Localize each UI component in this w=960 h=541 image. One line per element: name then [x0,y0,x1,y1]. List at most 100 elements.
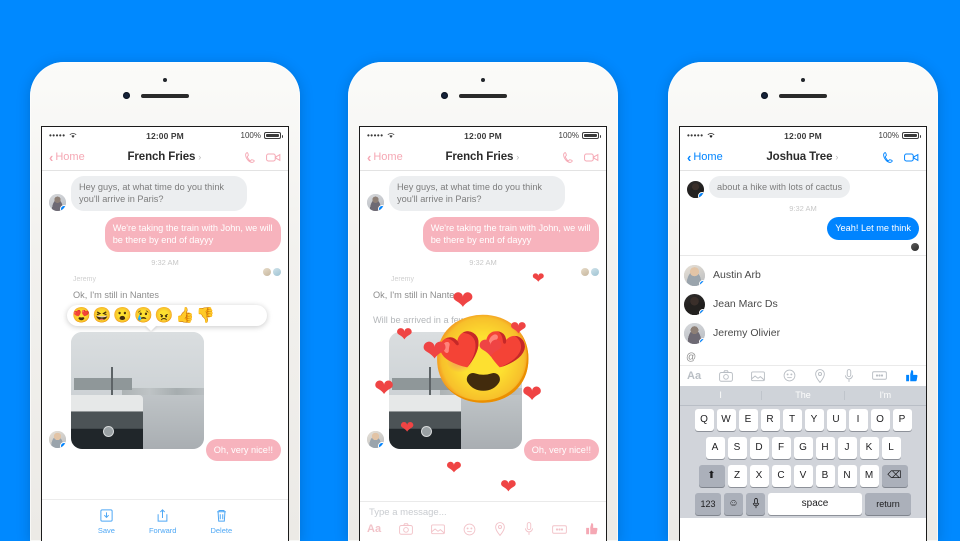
key-v[interactable]: V [793,464,813,487]
back-label: Home [55,151,85,163]
phone-1-thread[interactable]: Hey guys, at what time do you think you'… [42,171,288,499]
reaction-thumbs-down-icon[interactable]: 👎 [196,308,215,323]
phone-2-thread[interactable]: Hey guys, at what time do you think you'… [360,171,606,501]
phone-icon[interactable] [882,151,895,164]
numbers-key[interactable]: 123 [695,492,721,515]
key-i[interactable]: I [848,408,868,431]
key-r[interactable]: R [760,408,780,431]
reaction-angry-icon[interactable]: 😠 [155,308,174,323]
shift-key[interactable]: ⬆ [698,464,725,487]
reaction-sad-icon[interactable]: 😢 [134,308,153,323]
prediction-word[interactable]: I [680,390,763,400]
key-d[interactable]: D [749,436,769,459]
reaction-thumbs-up-icon[interactable]: 👍 [175,308,194,323]
video-icon[interactable] [904,151,919,164]
message-bubble[interactable]: Hey guys, at what time do you think you'… [71,176,248,211]
message-bubble[interactable]: Oh, very nice!! [205,438,281,462]
message-bubble[interactable]: Oh, very nice!! [523,438,599,462]
emoji-icon[interactable] [463,523,476,536]
message-bubble[interactable]: Yeah! Let me think [827,217,919,240]
key-z[interactable]: Z [727,464,747,487]
emoji-icon[interactable] [783,369,796,382]
message-bubble[interactable]: Hey guys, at what time do you think you'… [389,176,566,211]
message-bubble[interactable]: about a hike with lots of cactus [709,176,851,199]
key-t[interactable]: T [782,408,802,431]
key-l[interactable]: L [881,436,901,459]
key-h[interactable]: H [815,436,835,459]
phone-icon[interactable] [562,151,575,164]
reaction-picker[interactable]: Ok, I'm still in Nantes 😍 😆 😮 😢 😠 👍 👎 [67,285,267,331]
mention-suggestion-list[interactable]: Austin Arb Jean Marc Ds Jeremy Olivier [680,254,926,348]
phone-icon[interactable] [244,151,257,164]
conversation-title[interactable]: French Fries › [85,151,244,163]
message-input[interactable]: Type a message... [367,506,599,522]
message-bubble[interactable]: We're taking the train with John, we wil… [422,216,599,252]
space-key[interactable]: space [768,492,862,515]
mic-icon[interactable] [524,522,534,536]
on-screen-keyboard[interactable]: I The I'm Q W E R T Y U I O P A S D F G … [680,385,926,518]
text-format-icon[interactable]: Aa [687,370,701,382]
key-c[interactable]: C [771,464,791,487]
thumbs-up-icon[interactable] [905,369,919,383]
message-bubble[interactable]: We're taking the train with John, we wil… [104,216,281,252]
reaction-love-icon[interactable]: 😍 [72,308,91,323]
phone-3-thread[interactable]: about a hike with lots of cactus 9:32 AM… [680,171,926,255]
key-a[interactable]: A [705,436,725,459]
emoji-key-icon[interactable]: ☺ [724,492,743,515]
reaction-wow-icon[interactable]: 😮 [113,308,132,323]
wifi-icon [387,133,394,139]
list-item[interactable]: Jean Marc Ds [680,290,926,319]
back-to-home-button[interactable]: ‹ Home [367,151,403,164]
back-to-home-button[interactable]: ‹ Home [687,151,723,164]
conversation-title[interactable]: French Fries › [403,151,562,163]
reaction-bar[interactable]: 😍 😆 😮 😢 😠 👍 👎 [67,304,267,326]
sticker-icon[interactable] [872,370,887,381]
back-to-home-button[interactable]: ‹ Home [49,151,85,164]
conversation-title[interactable]: Joshua Tree › [723,151,882,163]
prediction-word[interactable]: I'm [845,390,926,400]
list-item[interactable]: Austin Arb [680,261,926,290]
key-f[interactable]: F [771,436,791,459]
key-j[interactable]: J [837,436,857,459]
key-s[interactable]: S [727,436,747,459]
message-input[interactable]: @ [680,348,926,365]
delete-button[interactable]: Delete [210,508,232,535]
dictation-key-icon[interactable] [746,492,765,515]
mic-icon[interactable] [844,368,854,383]
location-icon[interactable] [494,522,506,536]
reaction-haha-icon[interactable]: 😆 [93,308,112,323]
key-n[interactable]: N [837,464,857,487]
location-icon[interactable] [814,368,826,383]
text-format-icon[interactable]: Aa [367,523,381,535]
gallery-icon[interactable] [751,370,765,382]
avatar [684,293,705,315]
photo-message[interactable] [71,331,204,449]
key-m[interactable]: M [859,464,879,487]
sticker-icon[interactable] [552,524,567,535]
key-g[interactable]: G [793,436,813,459]
key-u[interactable]: U [826,408,846,431]
phone-1-bezel [30,62,300,126]
key-e[interactable]: E [738,408,758,431]
key-b[interactable]: B [815,464,835,487]
save-button[interactable]: Save [98,508,115,535]
photo-message[interactable] [389,331,522,449]
thumbs-up-icon[interactable] [585,522,599,536]
forward-button[interactable]: Forward [149,508,176,535]
key-k[interactable]: K [859,436,879,459]
video-icon[interactable] [266,151,281,164]
key-q[interactable]: Q [694,408,714,431]
gallery-icon[interactable] [431,523,445,535]
camera-icon[interactable] [399,523,413,535]
key-y[interactable]: Y [804,408,824,431]
key-x[interactable]: X [749,464,769,487]
prediction-word[interactable]: The [762,390,845,400]
video-icon[interactable] [584,151,599,164]
camera-icon[interactable] [719,370,733,382]
key-p[interactable]: P [892,408,912,431]
list-item[interactable]: Jeremy Olivier [680,319,926,348]
key-o[interactable]: O [870,408,890,431]
backspace-key[interactable]: ⌫ [881,464,908,487]
key-w[interactable]: W [716,408,736,431]
return-key[interactable]: return [865,492,911,515]
